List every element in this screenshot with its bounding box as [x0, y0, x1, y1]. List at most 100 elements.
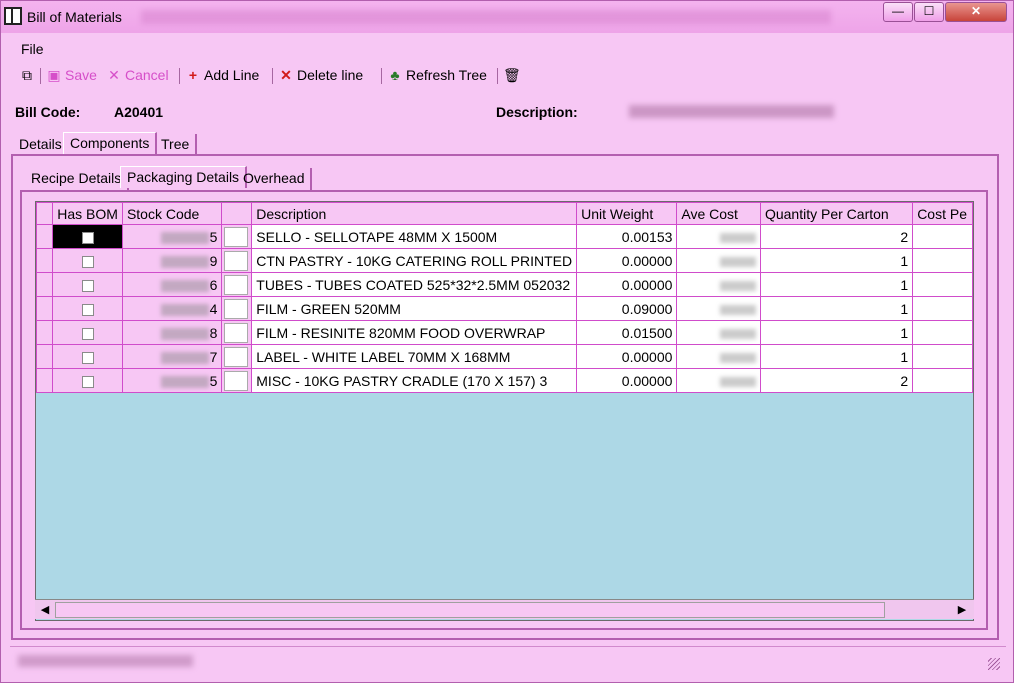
- copy-button[interactable]: ⧉: [19, 67, 38, 85]
- stock-lookup-cell[interactable]: [221, 224, 253, 249]
- refresh-tree-button[interactable]: ♣ Refresh Tree: [387, 67, 487, 85]
- stock-lookup-cell[interactable]: [221, 248, 253, 273]
- stock-lookup-cell[interactable]: [221, 344, 253, 369]
- stock-lookup-button[interactable]: [224, 298, 249, 319]
- table-row[interactable]: 6 TUBES - TUBES COATED 525*32*2.5MM 05203…: [36, 272, 973, 297]
- has-bom-cell[interactable]: [52, 320, 123, 345]
- row-header[interactable]: [36, 224, 54, 249]
- row-header[interactable]: [36, 296, 54, 321]
- stock-lookup-button[interactable]: [224, 370, 249, 391]
- has-bom-checkbox[interactable]: [81, 303, 94, 316]
- unit-weight-cell[interactable]: 0.01500: [576, 320, 678, 345]
- col-quantity-per-carton[interactable]: Quantity Per Carton: [759, 202, 914, 225]
- stock-lookup-cell[interactable]: [221, 320, 253, 345]
- tab-packaging-details[interactable]: Packaging Details: [120, 166, 248, 188]
- row-header[interactable]: [36, 320, 54, 345]
- ave-cost-cell[interactable]: [676, 344, 761, 369]
- description-cell[interactable]: SELLO - SELLOTAPE 48MM X 1500M: [251, 224, 578, 249]
- col-lookup[interactable]: [221, 202, 253, 225]
- col-stock-code[interactable]: Stock Code: [121, 202, 223, 225]
- cost-per-cell[interactable]: [912, 272, 973, 297]
- col-has-bom[interactable]: Has BOM: [52, 202, 123, 225]
- ave-cost-cell[interactable]: [676, 296, 761, 321]
- qty-per-carton-cell[interactable]: 1: [759, 272, 914, 297]
- ave-cost-cell[interactable]: [676, 320, 761, 345]
- close-button[interactable]: ✕: [945, 2, 1007, 22]
- unit-weight-cell[interactable]: 0.00000: [576, 248, 678, 273]
- description-cell[interactable]: FILM - RESINITE 820MM FOOD OVERWRAP: [251, 320, 578, 345]
- cost-per-cell[interactable]: [912, 320, 973, 345]
- qty-per-carton-cell[interactable]: 1: [759, 344, 914, 369]
- trash-button[interactable]: 🗑: [503, 67, 522, 85]
- has-bom-checkbox[interactable]: [81, 279, 94, 292]
- maximize-button[interactable]: ☐: [914, 2, 944, 22]
- tab-tree[interactable]: Tree: [155, 134, 198, 156]
- description-cell[interactable]: TUBES - TUBES COATED 525*32*2.5MM 052032: [251, 272, 578, 297]
- has-bom-checkbox[interactable]: [81, 351, 94, 364]
- has-bom-cell[interactable]: [52, 248, 123, 273]
- stock-code-cell[interactable]: 4: [121, 296, 223, 321]
- unit-weight-cell[interactable]: 0.00000: [576, 272, 678, 297]
- row-header[interactable]: [36, 344, 54, 369]
- table-row[interactable]: 7 LABEL - WHITE LABEL 70MM X 168MM 0.00000…: [36, 344, 973, 369]
- has-bom-cell[interactable]: [52, 296, 123, 321]
- row-header[interactable]: [36, 368, 54, 393]
- stock-lookup-cell[interactable]: [221, 272, 253, 297]
- stock-lookup-button[interactable]: [224, 322, 249, 343]
- cost-per-cell[interactable]: [912, 248, 973, 273]
- delete-line-button[interactable]: ✕ Delete line: [278, 67, 363, 85]
- scroll-left-arrow-icon[interactable]: ◀: [37, 602, 53, 618]
- scroll-right-arrow-icon[interactable]: ▶: [954, 602, 970, 618]
- table-row[interactable]: 9 CTN PASTRY - 10KG CATERING ROLL PRINTED…: [36, 248, 973, 273]
- stock-lookup-button[interactable]: [224, 250, 249, 271]
- col-cost-per[interactable]: Cost Pe: [912, 202, 973, 225]
- cost-per-cell[interactable]: [912, 368, 973, 393]
- ave-cost-cell[interactable]: [676, 224, 761, 249]
- unit-weight-cell[interactable]: 0.00000: [576, 344, 678, 369]
- stock-code-cell[interactable]: 9: [121, 248, 223, 273]
- col-ave-cost[interactable]: Ave Cost: [676, 202, 761, 225]
- cancel-button[interactable]: ✕ Cancel: [106, 67, 168, 85]
- save-button[interactable]: ▣ Save: [46, 67, 97, 85]
- qty-per-carton-cell[interactable]: 2: [759, 224, 914, 249]
- col-description[interactable]: Description: [251, 202, 578, 225]
- table-row[interactable]: 5 MISC - 10KG PASTRY CRADLE (170 X 157) 3…: [36, 368, 973, 393]
- stock-code-cell[interactable]: 7: [121, 344, 223, 369]
- stock-code-cell[interactable]: 5: [121, 224, 223, 249]
- table-row[interactable]: 5 SELLO - SELLOTAPE 48MM X 1500M 0.00153 2: [36, 224, 973, 249]
- stock-lookup-cell[interactable]: [221, 296, 253, 321]
- has-bom-checkbox[interactable]: [81, 327, 94, 340]
- has-bom-checkbox[interactable]: [81, 375, 94, 388]
- row-header[interactable]: [36, 272, 54, 297]
- has-bom-checkbox[interactable]: [81, 255, 94, 268]
- cost-per-cell[interactable]: [912, 296, 973, 321]
- has-bom-cell[interactable]: [52, 344, 123, 369]
- qty-per-carton-cell[interactable]: 1: [759, 296, 914, 321]
- qty-per-carton-cell[interactable]: 2: [759, 368, 914, 393]
- stock-lookup-button[interactable]: [224, 346, 249, 367]
- resize-grip-icon[interactable]: [988, 658, 1000, 670]
- description-cell[interactable]: LABEL - WHITE LABEL 70MM X 168MM: [251, 344, 578, 369]
- description-cell[interactable]: MISC - 10KG PASTRY CRADLE (170 X 157) 3: [251, 368, 578, 393]
- menu-file[interactable]: File: [21, 41, 44, 57]
- tab-overhead[interactable]: Overhead: [237, 168, 313, 190]
- table-row[interactable]: 4 FILM - GREEN 520MM 0.09000 1: [36, 296, 973, 321]
- scrollbar-thumb[interactable]: [55, 602, 885, 618]
- has-bom-cell[interactable]: [52, 272, 123, 297]
- stock-lookup-button[interactable]: [224, 274, 249, 295]
- cost-per-cell[interactable]: [912, 344, 973, 369]
- has-bom-cell[interactable]: [52, 368, 123, 393]
- ave-cost-cell[interactable]: [676, 368, 761, 393]
- table-row[interactable]: 8 FILM - RESINITE 820MM FOOD OVERWRAP 0.01…: [36, 320, 973, 345]
- qty-per-carton-cell[interactable]: 1: [759, 320, 914, 345]
- unit-weight-cell[interactable]: 0.09000: [576, 296, 678, 321]
- has-bom-cell[interactable]: [52, 224, 123, 249]
- qty-per-carton-cell[interactable]: 1: [759, 248, 914, 273]
- components-grid[interactable]: Has BOM Stock Code Description Unit Weig…: [35, 201, 974, 621]
- minimize-button[interactable]: —: [883, 2, 913, 22]
- unit-weight-cell[interactable]: 0.00000: [576, 368, 678, 393]
- description-cell[interactable]: CTN PASTRY - 10KG CATERING ROLL PRINTED: [251, 248, 578, 273]
- tab-components[interactable]: Components: [63, 132, 158, 154]
- stock-lookup-cell[interactable]: [221, 368, 253, 393]
- description-cell[interactable]: FILM - GREEN 520MM: [251, 296, 578, 321]
